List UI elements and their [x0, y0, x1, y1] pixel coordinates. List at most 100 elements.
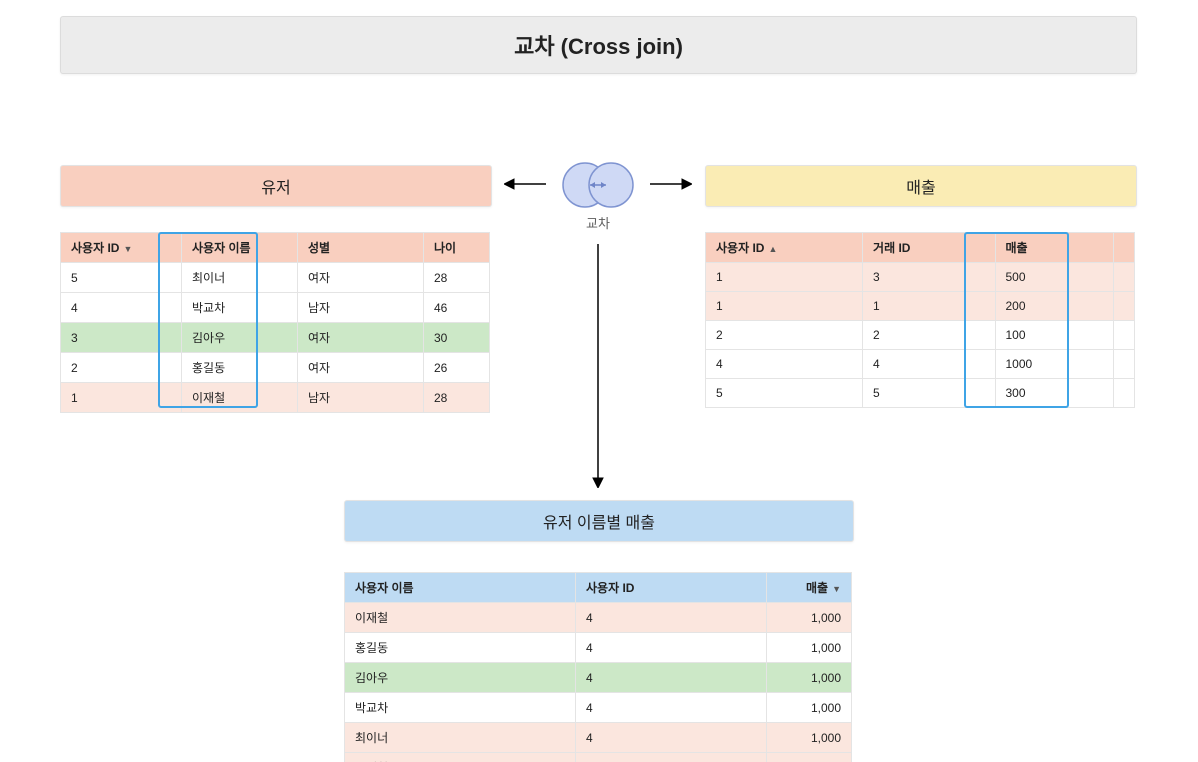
table-cell: 1 [576, 753, 767, 762]
table-cell: 4 [576, 603, 767, 633]
table-cell: 3 [61, 323, 182, 353]
col-header[interactable]: 매출▼ [767, 573, 852, 603]
table-cell: 200 [995, 292, 1114, 321]
table-row: 최이너41,000 [345, 723, 852, 753]
table-cell: 300 [995, 379, 1114, 408]
right-table-title: 매출 [705, 165, 1137, 207]
result-table-title: 유저 이름별 매출 [344, 500, 854, 542]
table-row: 김아우41,000 [345, 663, 852, 693]
page-title: 교차 (Cross join) [60, 16, 1137, 74]
arrow-down-icon [590, 244, 606, 488]
table-cell: 1000 [995, 350, 1114, 379]
col-header[interactable]: 사용자 ID▲ [706, 233, 863, 263]
sort-asc-icon: ▲ [768, 244, 777, 254]
table-cell: 1,000 [767, 693, 852, 723]
table-cell: 5 [863, 379, 995, 408]
col-header[interactable]: 사용자 ID [576, 573, 767, 603]
table-cell: 4 [576, 633, 767, 663]
table-cell: 1 [61, 383, 182, 413]
table-cell: 김아우 [345, 663, 576, 693]
table-cell: 4 [576, 663, 767, 693]
arrow-left-icon [504, 176, 546, 192]
table-header-row: 사용자 ID▼ 사용자 이름 성별 나이 [61, 233, 490, 263]
table-cell: 홍길동 [345, 633, 576, 663]
table-cell: 4 [576, 693, 767, 723]
table-cell: 4 [576, 723, 767, 753]
table-cell: 100 [995, 321, 1114, 350]
table-row: 1이재철남자28 [61, 383, 490, 413]
col-header[interactable]: 거래 ID [863, 233, 995, 263]
col-header[interactable] [1114, 233, 1135, 263]
table-row: 22100 [706, 321, 1135, 350]
table-cell: 이재철 [345, 753, 576, 762]
table-cell: 1,000 [767, 723, 852, 753]
table-cell [1114, 292, 1135, 321]
table-row: 55300 [706, 379, 1135, 408]
table-cell: 박교차 [182, 293, 298, 323]
table-row: 13500 [706, 263, 1135, 292]
col-header[interactable]: 나이 [424, 233, 490, 263]
col-header[interactable]: 매출 [995, 233, 1114, 263]
left-table-title: 유저 [60, 165, 492, 207]
result-table: 사용자 이름 사용자 ID 매출▼ 이재철41,000홍길동41,000김아우4… [344, 572, 852, 762]
table-cell [1114, 263, 1135, 292]
table-cell: 2 [863, 321, 995, 350]
table-cell: 1,000 [767, 633, 852, 663]
sort-desc-icon: ▼ [832, 584, 841, 594]
table-row: 박교차41,000 [345, 693, 852, 723]
table-cell: 700 [767, 753, 852, 762]
table-cell: 1,000 [767, 663, 852, 693]
table-cell: 남자 [298, 383, 424, 413]
table-cell: 홍길동 [182, 353, 298, 383]
table-row: 이재철1700 [345, 753, 852, 762]
table-cell: 1,000 [767, 603, 852, 633]
table-cell: 박교차 [345, 693, 576, 723]
arrow-right-icon [650, 176, 692, 192]
table-cell: 여자 [298, 353, 424, 383]
col-header[interactable]: 사용자 이름 [182, 233, 298, 263]
table-cell: 5 [61, 263, 182, 293]
table-cell: 26 [424, 353, 490, 383]
sort-desc-icon: ▼ [123, 244, 132, 254]
table-row: 홍길동41,000 [345, 633, 852, 663]
table-row: 이재철41,000 [345, 603, 852, 633]
table-cell: 2 [61, 353, 182, 383]
table-cell: 여자 [298, 263, 424, 293]
table-cell: 28 [424, 263, 490, 293]
table-cell: 이재철 [182, 383, 298, 413]
table-row: 2홍길동여자26 [61, 353, 490, 383]
table-row: 441000 [706, 350, 1135, 379]
table-cell: 4 [706, 350, 863, 379]
table-row: 3김아우여자30 [61, 323, 490, 353]
table-cell [1114, 321, 1135, 350]
col-header[interactable]: 사용자 이름 [345, 573, 576, 603]
table-cell: 남자 [298, 293, 424, 323]
table-cell: 46 [424, 293, 490, 323]
table-row: 5최이너여자28 [61, 263, 490, 293]
left-table: 사용자 ID▼ 사용자 이름 성별 나이 5최이너여자284박교차남자463김아… [60, 232, 490, 413]
table-cell: 김아우 [182, 323, 298, 353]
table-cell: 28 [424, 383, 490, 413]
table-cell [1114, 379, 1135, 408]
table-header-row: 사용자 ID▲ 거래 ID 매출 [706, 233, 1135, 263]
table-cell: 1 [706, 292, 863, 321]
table-cell: 최이너 [345, 723, 576, 753]
table-row: 4박교차남자46 [61, 293, 490, 323]
venn-cross-join-icon [552, 160, 644, 210]
table-cell: 500 [995, 263, 1114, 292]
right-table: 사용자 ID▲ 거래 ID 매출 13500112002210044100055… [705, 232, 1135, 408]
table-cell: 5 [706, 379, 863, 408]
table-header-row: 사용자 이름 사용자 ID 매출▼ [345, 573, 852, 603]
table-cell: 여자 [298, 323, 424, 353]
table-cell [1114, 350, 1135, 379]
table-cell: 4 [61, 293, 182, 323]
table-cell: 2 [706, 321, 863, 350]
table-cell: 3 [863, 263, 995, 292]
table-row: 11200 [706, 292, 1135, 321]
col-header[interactable]: 성별 [298, 233, 424, 263]
table-cell: 이재철 [345, 603, 576, 633]
table-cell: 최이너 [182, 263, 298, 293]
table-cell: 30 [424, 323, 490, 353]
col-header[interactable]: 사용자 ID▼ [61, 233, 182, 263]
table-cell: 1 [863, 292, 995, 321]
